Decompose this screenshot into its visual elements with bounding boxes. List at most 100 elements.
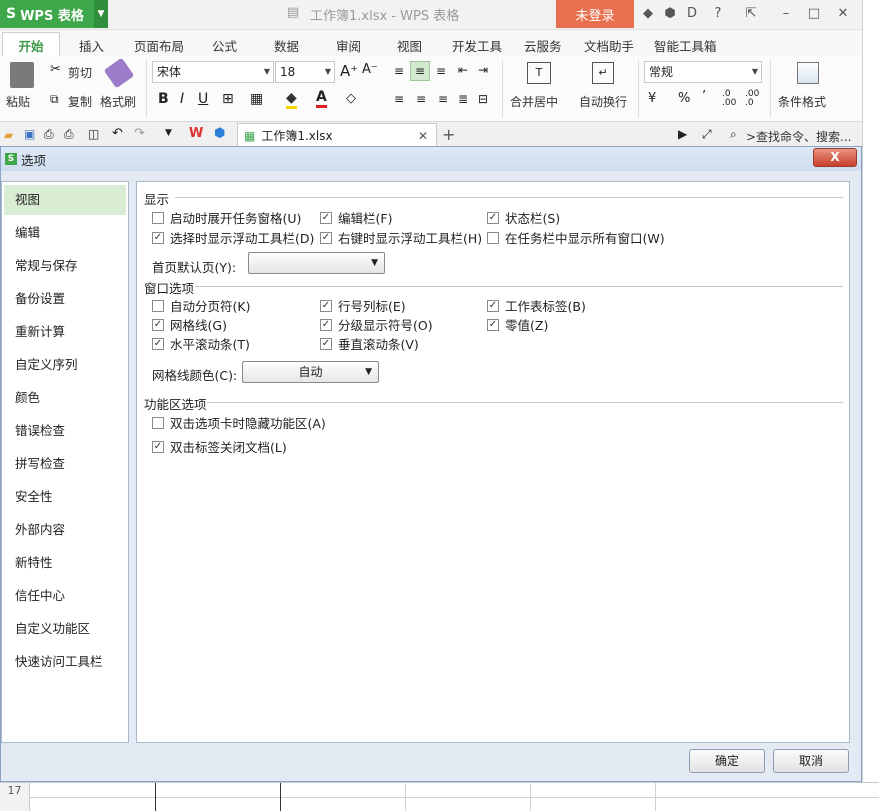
checkbox[interactable] [487,231,499,244]
option-dblclick-close-doc[interactable]: ✓ 双击标签关闭文档(L) [152,437,287,456]
paste-icon[interactable] [10,62,34,88]
italic-icon[interactable]: I [180,91,184,107]
login-button[interactable]: 未登录 [556,0,634,28]
close-tab-icon[interactable]: ✕ [418,129,428,143]
print-icon[interactable]: ⎙ [64,127,74,142]
nav-item-new-features[interactable]: 新特性 [4,548,126,578]
font-color-icon[interactable]: A [316,89,327,108]
checkbox[interactable] [152,299,164,312]
option-outline-symbols[interactable]: ✓ 分级显示符号(O) [320,315,433,334]
font-shrink-icon[interactable]: A⁻ [362,62,378,77]
align-bottom-icon[interactable]: ≡ [436,64,446,78]
tab-insert[interactable]: 插入 [79,36,104,55]
wrap-text-button[interactable]: 自动换行 [579,93,627,110]
checkbox-checked[interactable]: ✓ [320,299,332,312]
cube-icon[interactable]: ⬢ [662,6,678,22]
conditional-format-button[interactable]: 条件格式 [778,93,826,110]
merge-center-icon[interactable]: T [527,62,551,84]
nav-item-recalc[interactable]: 重新计算 [4,317,126,347]
merge-center-button[interactable]: 合并居中 [510,93,558,110]
decrease-decimal-icon[interactable]: .00.0 [745,90,759,108]
underline-icon[interactable]: U [198,91,208,107]
nav-item-view[interactable]: 视图 [4,185,126,215]
font-name-select[interactable]: 宋体 ▼ [152,61,274,83]
save-icon[interactable]: ▣ [24,127,35,141]
increase-decimal-icon[interactable]: .0.00 [722,90,736,108]
tab-home[interactable]: 开始 [2,32,60,57]
checkbox-checked[interactable]: ✓ [152,337,164,350]
indent-decrease-icon[interactable]: ⇤ [458,63,468,77]
nav-item-customize-ribbon[interactable]: 自定义功能区 [4,614,126,644]
nav-item-color[interactable]: 颜色 [4,383,126,413]
homepage-select[interactable]: ▼ [248,252,385,274]
fullscreen-icon[interactable]: ⤢ [702,127,712,142]
option-row-col-headers[interactable]: ✓ 行号列标(E) [320,296,406,315]
new-tab-icon[interactable]: + [442,125,455,144]
font-grow-icon[interactable]: A⁺ [340,62,358,80]
help-d-icon[interactable]: D [684,6,700,22]
option-select-floating-toolbar[interactable]: ✓ 选择时显示浮动工具栏(D) [152,228,314,247]
option-status-bar[interactable]: ✓ 状态栏(S) [487,208,560,227]
font-size-select[interactable]: 18 ▼ [275,61,335,83]
nav-item-quick-access[interactable]: 快速访问工具栏 [4,647,126,677]
tab-smart-toolbox[interactable]: 智能工具箱 [654,36,717,55]
copy-button[interactable]: 复制 [68,93,92,110]
checkbox[interactable] [152,416,164,429]
format-painter-button[interactable]: 格式刷 [100,93,136,110]
align-left-icon[interactable]: ≡ [394,92,404,106]
nav-item-trust-center[interactable]: 信任中心 [4,581,126,611]
option-zero-values[interactable]: ✓ 零值(Z) [487,315,548,334]
currency-icon[interactable]: ¥ [648,91,656,106]
wrap-text-icon[interactable]: ↵ [592,62,614,84]
tab-doc-assistant[interactable]: 文档助手 [584,36,634,55]
justify-icon[interactable]: ≣ [458,92,468,106]
chevron-down-icon[interactable]: ▼ [165,128,172,138]
tab-cloud[interactable]: 云服务 [524,36,562,55]
document-tab[interactable]: ▦ 工作簿1.xlsx ✕ [237,123,437,147]
border-icon[interactable]: ⊞ [222,91,234,107]
preview-icon[interactable]: ◫ [88,127,99,141]
fill-color-icon[interactable]: ◆ [286,90,297,109]
print-preview-icon[interactable]: ⎙ [44,127,54,142]
skin-icon[interactable]: ◆ [640,6,656,22]
tab-developer[interactable]: 开发工具 [452,36,502,55]
option-taskbar-windows[interactable]: 在任务栏中显示所有窗口(W) [487,228,665,247]
nav-item-security[interactable]: 安全性 [4,482,126,512]
open-folder-icon[interactable]: ▰ [4,128,13,142]
tab-view[interactable]: 视图 [397,36,422,55]
minimize-icon[interactable]: – [778,6,794,22]
undo-icon[interactable]: ↶ [112,126,123,141]
clear-format-icon[interactable]: ◇ [346,91,356,106]
align-top-icon[interactable]: ≡ [394,64,404,78]
checkbox-checked[interactable]: ✓ [487,211,499,224]
maximize-icon[interactable]: □ [806,6,822,22]
nav-item-backup[interactable]: 备份设置 [4,284,126,314]
nav-item-general-save[interactable]: 常规与保存 [4,251,126,281]
comma-style-icon[interactable]: ’ [702,89,706,104]
command-search-input[interactable]: >查找命令、搜索... [746,128,852,145]
indent-increase-icon[interactable]: ⇥ [478,63,488,77]
align-middle-icon[interactable]: ≡ [410,61,430,81]
checkbox-checked[interactable]: ✓ [487,318,499,331]
checkbox-checked[interactable]: ✓ [487,299,499,312]
nav-item-spell-check[interactable]: 拼写检查 [4,449,126,479]
help-icon[interactable]: ? [710,6,726,22]
restore-ribbon-icon[interactable]: ⇱ [743,6,759,22]
conditional-format-icon[interactable] [797,62,819,84]
nav-item-error-check[interactable]: 错误检查 [4,416,126,446]
gridline-color-select[interactable]: 自动 ▼ [242,361,379,383]
align-center-icon[interactable]: ≡ [416,92,426,106]
distributed-icon[interactable]: ⊟ [478,92,488,106]
nav-item-external[interactable]: 外部内容 [4,515,126,545]
checkbox-checked[interactable]: ✓ [320,318,332,331]
video-icon[interactable]: ▶ [678,127,687,141]
tab-review[interactable]: 审阅 [336,36,361,55]
checkbox-checked[interactable]: ✓ [152,440,164,453]
ok-button[interactable]: 确定 [689,749,765,773]
option-vertical-scrollbar[interactable]: ✓ 垂直滚动条(V) [320,334,419,353]
tab-data[interactable]: 数据 [274,36,299,55]
paste-button[interactable]: 粘贴 [6,93,30,110]
tab-page-layout[interactable]: 页面布局 [134,36,184,55]
number-format-select[interactable]: 常规 ▼ [644,61,762,83]
percent-icon[interactable]: % [678,91,690,106]
